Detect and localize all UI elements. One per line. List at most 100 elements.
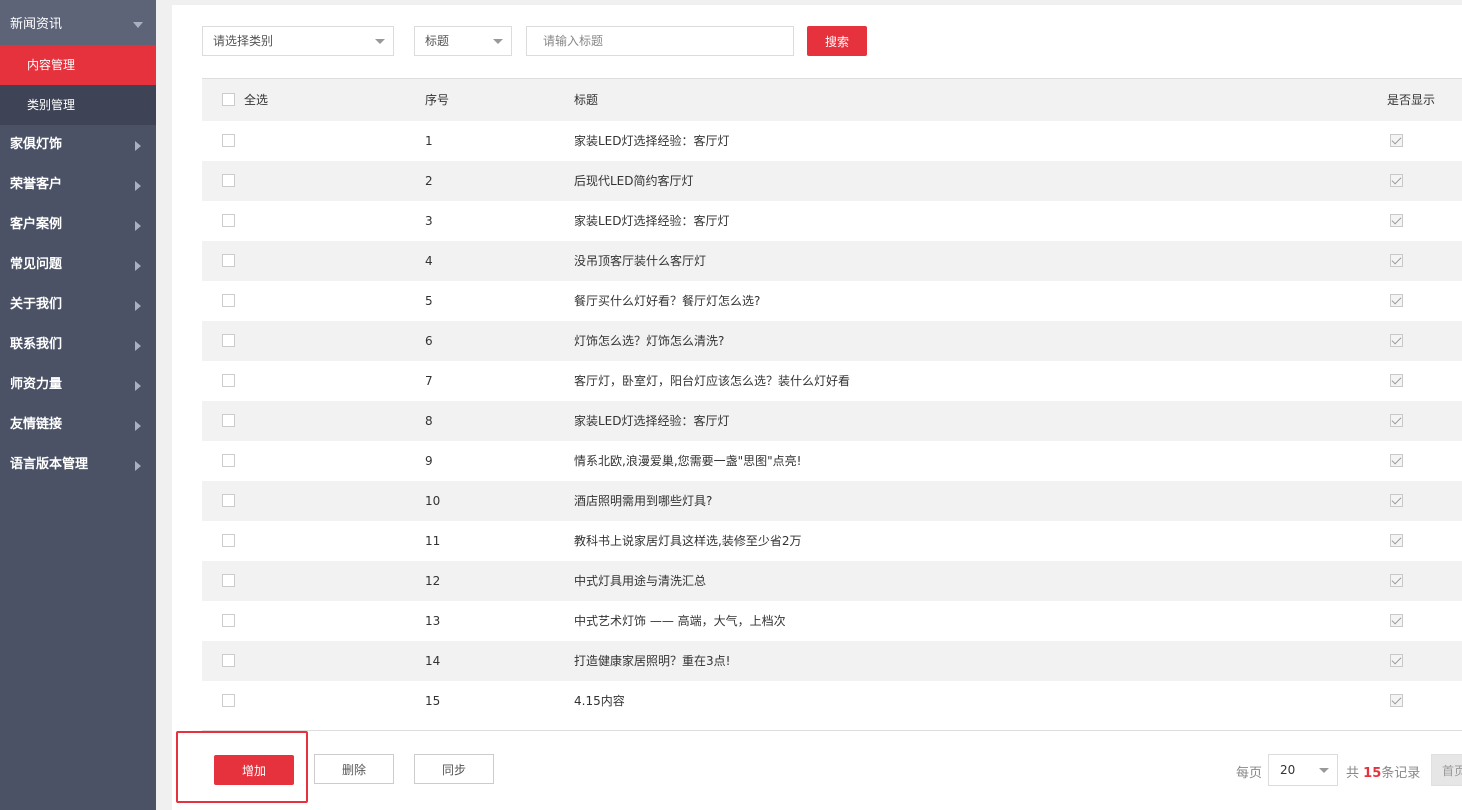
table-row: 1 家装LED灯选择经验：客厅灯 [202,121,1462,161]
sidebar-item-label: 客户案例 [10,217,63,232]
sidebar-item[interactable]: 家俱灯饰 [0,125,156,165]
table-row: 9 情系北欧,浪漫爱巢,您需要一盏"思图"点亮! [202,441,1462,481]
row-select-checkbox[interactable] [222,534,235,547]
sidebar-subitem-content-management[interactable]: 内容管理 [0,45,156,85]
category-select[interactable]: 请选择类别 [202,26,394,56]
total-prefix: 共 [1346,766,1360,781]
row-title: 酒店照明需用到哪些灯具? [574,494,713,508]
row-title: 客厅灯，卧室灯，阳台灯应该怎么选？装什么灯好看 [574,374,851,388]
row-index: 1 [425,134,433,148]
row-select-checkbox[interactable] [222,294,235,307]
chevron-right-icon [135,341,141,351]
row-visible-checkbox[interactable] [1390,414,1403,427]
sidebar-item-label: 语言版本管理 [10,457,89,472]
chevron-right-icon [135,461,141,471]
row-visible-checkbox[interactable] [1390,174,1403,187]
column-header-visible: 是否显示 [1387,93,1436,107]
main-panel: 请选择类别 标题 搜索 全选 序号 标题 是否显示 1 家装LED灯选择经验：客厅… [172,5,1462,810]
total-count: 15 [1363,766,1382,781]
row-title: 餐厅买什么灯好看？餐厅灯怎么选? [574,294,761,308]
row-select-checkbox[interactable] [222,614,235,627]
select-all-label: 全选 [244,93,269,107]
table-row: 5 餐厅买什么灯好看？餐厅灯怎么选? [202,281,1462,321]
row-title: 没吊顶客厅装什么客厅灯 [574,254,707,268]
table-row: 11 教科书上说家居灯具这样选,装修至少省2万 [202,521,1462,561]
table-row: 2 后现代LED简约客厅灯 [202,161,1462,201]
first-page-button[interactable]: 首页 [1431,754,1462,786]
row-select-checkbox[interactable] [222,174,235,187]
table-row: 4 没吊顶客厅装什么客厅灯 [202,241,1462,281]
row-visible-checkbox[interactable] [1390,694,1403,707]
sidebar-item[interactable]: 荣誉客户 [0,165,156,205]
row-visible-checkbox[interactable] [1390,494,1403,507]
row-visible-checkbox[interactable] [1390,454,1403,467]
row-select-checkbox[interactable] [222,134,235,147]
per-page-select[interactable]: 20 [1268,754,1338,786]
add-button[interactable]: 增加 [214,755,294,785]
search-button[interactable]: 搜索 [807,26,867,56]
row-select-checkbox[interactable] [222,334,235,347]
sidebar-item[interactable]: 联系我们 [0,325,156,365]
row-select-checkbox[interactable] [222,694,235,707]
row-visible-checkbox[interactable] [1390,134,1403,147]
chevron-right-icon [135,301,141,311]
sidebar-item-news[interactable]: 新闻资讯 [0,0,156,45]
row-visible-checkbox[interactable] [1390,654,1403,667]
row-visible-checkbox[interactable] [1390,334,1403,347]
sync-button[interactable]: 同步 [414,754,494,784]
row-select-checkbox[interactable] [222,214,235,227]
sidebar-item-label: 关于我们 [10,297,63,312]
row-select-checkbox[interactable] [222,574,235,587]
row-title: 4.15内容 [574,694,625,708]
row-select-checkbox[interactable] [222,254,235,267]
row-visible-checkbox[interactable] [1390,574,1403,587]
row-index: 15 [425,694,441,708]
delete-button[interactable]: 删除 [314,754,394,784]
row-title: 情系北欧,浪漫爱巢,您需要一盏"思图"点亮! [574,454,802,468]
select-all-checkbox[interactable] [222,93,235,106]
content-table: 全选 序号 标题 是否显示 1 家装LED灯选择经验：客厅灯 2 后现代LED简约客厅… [202,78,1462,721]
chevron-right-icon [135,181,141,191]
row-select-checkbox[interactable] [222,414,235,427]
row-title: 中式灯具用途与清洗汇总 [574,574,707,588]
table-row: 6 灯饰怎么选？灯饰怎么清洗? [202,321,1462,361]
search-input[interactable] [526,26,794,56]
row-visible-checkbox[interactable] [1390,614,1403,627]
row-index: 11 [425,534,441,548]
sidebar-item[interactable]: 客户案例 [0,205,156,245]
row-visible-checkbox[interactable] [1390,534,1403,547]
sidebar-item-label: 联系我们 [10,337,63,352]
field-select[interactable]: 标题 [414,26,512,56]
table-row: 8 家装LED灯选择经验：客厅灯 [202,401,1462,441]
sidebar-item[interactable]: 常见问题 [0,245,156,285]
caret-down-icon [375,39,385,44]
row-select-checkbox[interactable] [222,654,235,667]
sidebar-item[interactable]: 师资力量 [0,365,156,405]
chevron-right-icon [135,261,141,271]
row-index: 5 [425,294,433,308]
per-page-value: 20 [1280,763,1296,777]
row-visible-checkbox[interactable] [1390,294,1403,307]
column-header-title: 标题 [574,93,599,107]
row-index: 6 [425,334,433,348]
chevron-right-icon [135,141,141,151]
row-visible-checkbox[interactable] [1390,374,1403,387]
row-visible-checkbox[interactable] [1390,254,1403,267]
caret-down-icon [1319,768,1329,773]
sidebar-subitem-category-management[interactable]: 类别管理 [0,85,156,125]
sidebar-item-label: 新闻资讯 [10,17,63,32]
sidebar-item-label: 荣誉客户 [10,177,63,192]
table-divider [202,730,1462,731]
sidebar: 新闻资讯 内容管理 类别管理 家俱灯饰荣誉客户客户案例常见问题关于我们联系我们师… [0,0,156,810]
sidebar-item[interactable]: 语言版本管理 [0,445,156,485]
row-visible-checkbox[interactable] [1390,214,1403,227]
row-index: 12 [425,574,441,588]
row-title: 后现代LED简约客厅灯 [574,174,694,188]
table-row: 7 客厅灯，卧室灯，阳台灯应该怎么选？装什么灯好看 [202,361,1462,401]
row-select-checkbox[interactable] [222,454,235,467]
row-index: 8 [425,414,433,428]
sidebar-item[interactable]: 友情链接 [0,405,156,445]
sidebar-item[interactable]: 关于我们 [0,285,156,325]
row-select-checkbox[interactable] [222,374,235,387]
row-select-checkbox[interactable] [222,494,235,507]
